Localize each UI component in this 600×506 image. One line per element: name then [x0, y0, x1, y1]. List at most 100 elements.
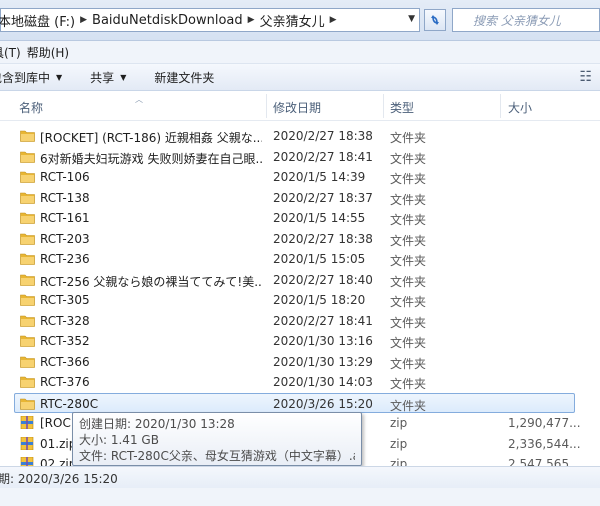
- file-date: 2020/2/27 18:38: [273, 129, 373, 143]
- folder-icon: [20, 335, 35, 347]
- folder-icon: [20, 356, 35, 368]
- new-folder-button[interactable]: 新建文件夹: [140, 69, 228, 86]
- file-type: 文件夹: [390, 315, 427, 330]
- file-date: 2020/1/5 18:20: [273, 293, 366, 307]
- sort-up-icon: ︿: [135, 95, 143, 104]
- file-size: 1,290,477...: [508, 416, 581, 430]
- column-date[interactable]: 修改日期: [273, 99, 321, 116]
- folder-icon: [20, 151, 35, 163]
- share-button[interactable]: 共享 ▼: [76, 69, 140, 86]
- column-size[interactable]: 大小: [508, 99, 532, 116]
- file-type: zip: [390, 436, 408, 451]
- chevron-right-icon[interactable]: ▶: [246, 15, 257, 25]
- address-box[interactable]: 本地磁盘 (F:) ▶ BaiduNetdiskDownload ▶ 父亲猜女儿…: [0, 8, 420, 32]
- chevron-right-icon[interactable]: ▶: [328, 15, 339, 25]
- chevron-right-icon[interactable]: ▶: [78, 15, 89, 25]
- file-type: 文件夹: [390, 336, 427, 350]
- file-type: 文件夹: [390, 172, 427, 186]
- folder-row[interactable]: RCT-203 2020/2/27 18:38 文件夹: [0, 229, 600, 250]
- tooltip-created: 创建日期: 2020/1/30 13:28: [79, 417, 235, 431]
- file-date: 2020/2/27 18:37: [273, 190, 373, 205]
- file-date: 2020/3/26 15:20: [273, 396, 373, 411]
- refresh-button[interactable]: [424, 9, 446, 31]
- file-tooltip: 创建日期: 2020/1/30 13:28 大小: 1.41 GB 文件: RC…: [72, 412, 362, 466]
- folder-row[interactable]: RCT-138 2020/2/27 18:37 文件夹: [0, 188, 600, 209]
- folder-row[interactable]: RCT-366 2020/1/30 13:29 文件夹: [0, 352, 600, 373]
- column-divider[interactable]: [500, 94, 501, 118]
- file-name: RCT-256 父親なら娘の裸当ててみて!美...: [40, 274, 262, 289]
- file-name: RCT-305: [40, 293, 90, 307]
- status-date: 期: 2020/3/26 15:20: [0, 471, 118, 486]
- file-type: 文件夹: [390, 377, 427, 391]
- search-input[interactable]: 搜索 父亲猜女儿: [452, 8, 600, 32]
- chevron-down-icon: ▼: [120, 72, 127, 82]
- folder-icon: [20, 376, 35, 388]
- file-type: 文件夹: [390, 213, 427, 227]
- share-label: 共享: [90, 70, 115, 85]
- file-name: RCT-352: [40, 334, 90, 348]
- file-name: RCT-366: [40, 354, 90, 369]
- folder-icon: [20, 274, 35, 286]
- address-dropdown-icon[interactable]: ▼: [408, 14, 415, 24]
- menu-tools[interactable]: 具(T): [0, 44, 27, 61]
- folder-row[interactable]: RCT-305 2020/1/5 18:20 文件夹: [0, 290, 600, 311]
- file-type: 文件夹: [390, 295, 427, 309]
- file-date: 2020/1/5 15:05: [273, 252, 366, 266]
- column-name[interactable]: 名称: [19, 99, 43, 116]
- file-date: 2020/2/27 18:40: [273, 272, 373, 287]
- folder-icon: [20, 233, 35, 245]
- folder-row[interactable]: RCT-376 2020/1/30 14:03 文件夹: [0, 372, 600, 393]
- column-divider[interactable]: [383, 94, 384, 118]
- refresh-icon: [431, 15, 439, 25]
- file-date: 2020/2/27 18:41: [273, 313, 373, 328]
- file-date: 2020/1/5 14:39: [273, 170, 366, 184]
- folder-icon: [20, 294, 35, 306]
- folder-icon: [20, 253, 35, 265]
- tooltip-size: 大小: 1.41 GB: [79, 433, 159, 447]
- breadcrumb-folder[interactable]: BaiduNetdiskDownload: [89, 13, 246, 28]
- file-type: 文件夹: [390, 131, 427, 145]
- zip-archive-icon: [20, 436, 34, 450]
- folder-row[interactable]: RCT-352 2020/1/30 13:16 文件夹: [0, 331, 600, 352]
- file-date: 2020/1/30 13:29: [273, 354, 373, 369]
- file-name: RCT-138: [40, 190, 90, 205]
- file-name: RCT-161: [40, 211, 90, 225]
- status-bar: 期: 2020/3/26 15:20: [0, 466, 600, 489]
- file-date: 2020/2/27 18:41: [273, 149, 373, 164]
- file-date: 2020/1/30 14:03: [273, 375, 373, 389]
- file-type: 文件夹: [390, 151, 427, 166]
- folder-icon: [20, 315, 35, 327]
- folder-row[interactable]: RTC-280C 2020/3/26 15:20 文件夹: [14, 392, 575, 413]
- chevron-down-icon: ▼: [56, 72, 63, 82]
- folder-icon: [20, 192, 35, 204]
- zip-archive-icon: [20, 416, 34, 429]
- file-date: 2020/1/30 13:16: [273, 334, 373, 348]
- folder-row[interactable]: RCT-328 2020/2/27 18:41 文件夹: [0, 311, 600, 332]
- file-name: RCT-203: [40, 231, 90, 246]
- breadcrumb-drive[interactable]: 本地磁盘 (F:): [0, 11, 78, 30]
- include-library-button[interactable]: 包含到库中 ▼: [0, 69, 76, 86]
- folder-row[interactable]: [ROCKET] (RCT-186) 近親相姦 父親な... 2020/2/27 …: [0, 126, 600, 147]
- folder-row[interactable]: 6对新婚夫妇玩游戏 失败则娇妻在自己眼... 2020/2/27 18:41 文件夹: [0, 147, 600, 168]
- file-type: 文件夹: [390, 192, 427, 207]
- breadcrumb-current[interactable]: 父亲猜女儿: [257, 11, 328, 30]
- file-name: RCT-328: [40, 313, 90, 328]
- folder-row[interactable]: RCT-256 父親なら娘の裸当ててみて!美... 2020/2/27 18:40…: [0, 270, 600, 291]
- column-type[interactable]: 类型: [390, 99, 414, 116]
- new-folder-label: 新建文件夹: [154, 70, 215, 85]
- column-header: 名称 修改日期 类型 大小: [0, 92, 600, 121]
- column-divider[interactable]: [266, 94, 267, 118]
- folder-icon: [20, 212, 35, 224]
- file-name: RCT-236: [40, 252, 90, 266]
- folder-icon: [20, 171, 35, 183]
- folder-row[interactable]: RCT-161 2020/1/5 14:55 文件夹: [0, 208, 600, 229]
- folder-icon: [20, 130, 35, 142]
- file-name: [ROCKET] (RCT-186) 近親相姦 父親な...: [40, 131, 262, 145]
- folder-row[interactable]: RCT-236 2020/1/5 15:05 文件夹: [0, 249, 600, 270]
- folder-row[interactable]: RCT-106 2020/1/5 14:39 文件夹: [0, 167, 600, 188]
- file-type: 文件夹: [390, 254, 427, 268]
- view-options-icon[interactable]: ☷: [579, 69, 592, 85]
- menu-help[interactable]: 帮助(H): [27, 44, 75, 61]
- file-date: 2020/2/27 18:38: [273, 231, 373, 246]
- include-library-label: 包含到库中: [0, 70, 51, 85]
